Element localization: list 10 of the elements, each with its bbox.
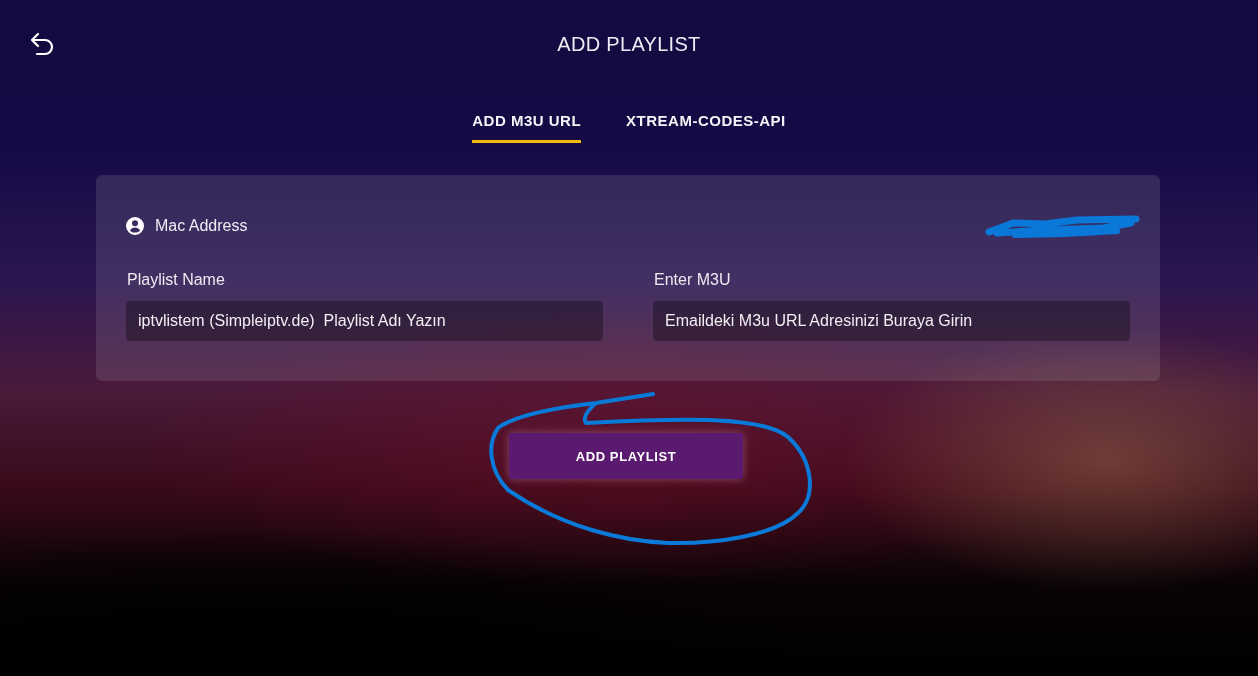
page-title: ADD PLAYLIST — [557, 32, 701, 56]
tab[interactable]: XTREAM-CODES-API — [626, 112, 786, 143]
add-playlist-button[interactable]: ADD PLAYLIST — [509, 433, 743, 479]
field-label: Playlist Name — [127, 270, 226, 290]
back-button[interactable] — [29, 32, 55, 56]
back-arrow-icon — [29, 32, 55, 56]
field-label: Enter M3U — [654, 270, 732, 290]
mac-address-label: Mac Address — [155, 217, 248, 235]
tab[interactable]: ADD M3U URL — [472, 112, 582, 143]
account-icon — [126, 217, 144, 235]
